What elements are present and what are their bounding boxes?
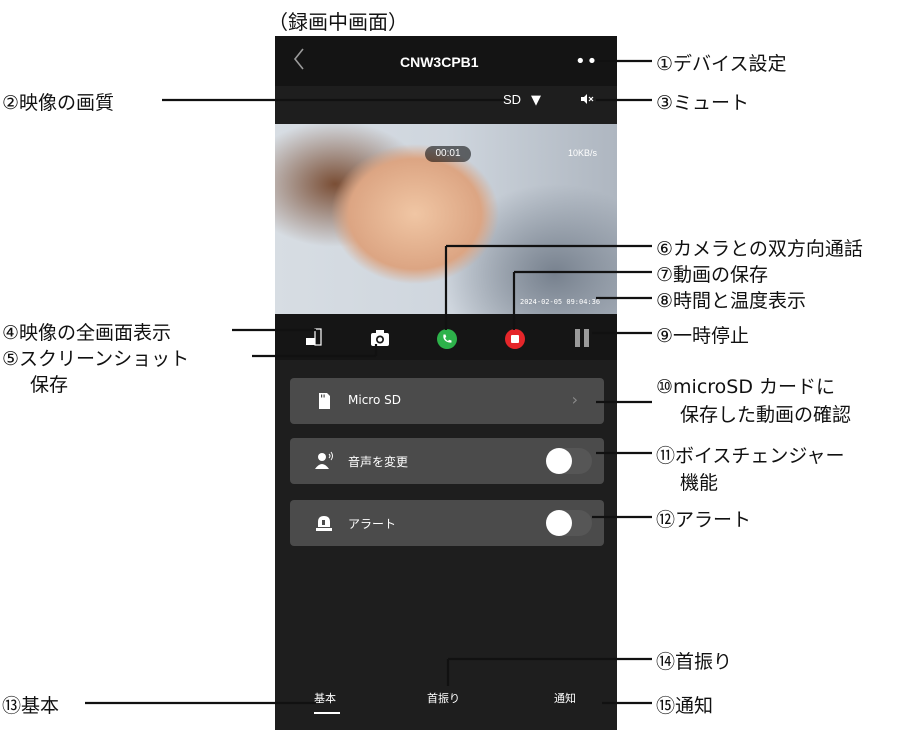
voice-changer-label: 音声を変更 — [348, 455, 409, 469]
time-temperature-overlay: 2024-02-05 09:04:36 — [520, 298, 601, 306]
alarm-light-icon — [314, 513, 334, 533]
annotation-pause: ⑨一時停止 — [656, 325, 750, 347]
back-button[interactable] — [292, 46, 306, 78]
caption-recording-screen: （録画中画面） — [268, 10, 408, 34]
annotation-pan: ⑭首振り — [656, 651, 733, 673]
quality-selector[interactable]: SD — [503, 92, 521, 107]
annotation-alert: ⑫アラート — [656, 509, 752, 531]
recording-timer: 00:01 — [425, 146, 471, 162]
tab-pan[interactable]: 首振り — [427, 690, 460, 706]
annotation-time-temp: ⑧時間と温度表示 — [656, 290, 807, 312]
annotation-two-way-call: ⑥カメラとの双方向通話 — [656, 238, 863, 260]
annotation-voice-changer: ⑪ボイスチェンジャー — [656, 445, 845, 467]
device-title: CNW3CPB1 — [400, 54, 479, 70]
caret-down-icon[interactable]: ▼ — [531, 93, 541, 108]
tab-basic[interactable]: 基本 — [314, 690, 336, 706]
chevron-left-icon — [293, 48, 304, 70]
voice-changer-row: 音声を変更 — [290, 438, 604, 484]
more-dots-icon[interactable]: •• — [575, 51, 598, 72]
fullscreen-icon[interactable] — [305, 328, 323, 346]
sd-card-icon — [314, 391, 334, 411]
alert-row: アラート — [290, 500, 604, 546]
bitrate-label: 10KB/s — [568, 148, 598, 158]
annotation-video-quality: ②映像の画質 — [2, 92, 115, 114]
pause-icon[interactable] — [574, 328, 590, 348]
call-icon[interactable] — [436, 328, 458, 350]
alert-label: アラート — [348, 517, 397, 531]
annotation-device-settings: ①デバイス設定 — [656, 53, 787, 75]
voice-changer-icon — [314, 451, 334, 471]
camera-icon[interactable] — [370, 329, 390, 347]
toggle-knob — [546, 510, 572, 536]
active-tab-indicator — [314, 712, 340, 714]
annotation-voice-changer-line2: 機能 — [680, 472, 719, 494]
annotation-notify: ⑮通知 — [656, 695, 714, 717]
micro-sd-row[interactable]: Micro SD › — [290, 378, 604, 424]
annotation-microsd-line2: 保存した動画の確認 — [680, 404, 852, 426]
annotation-save-video: ⑦動画の保存 — [656, 264, 769, 286]
annotation-fullscreen: ④映像の全画面表示 — [2, 322, 172, 344]
record-stop-icon[interactable] — [504, 328, 526, 350]
chevron-right-icon: › — [571, 390, 578, 409]
micro-sd-label: Micro SD — [348, 393, 401, 407]
annotation-screenshot-line2: 保存 — [30, 374, 69, 396]
voice-changer-toggle[interactable] — [546, 448, 592, 474]
annotation-microsd: ⑩microSD カードに — [656, 376, 836, 398]
annotation-screenshot: ⑤スクリーンショット — [2, 348, 190, 370]
tab-notify[interactable]: 通知 — [554, 690, 576, 706]
toggle-knob — [546, 448, 572, 474]
annotation-basic: ⑬基本 — [2, 695, 60, 717]
alert-toggle[interactable] — [546, 510, 592, 536]
speaker-mute-icon[interactable] — [580, 93, 594, 108]
annotation-mute: ③ミュート — [656, 92, 750, 114]
